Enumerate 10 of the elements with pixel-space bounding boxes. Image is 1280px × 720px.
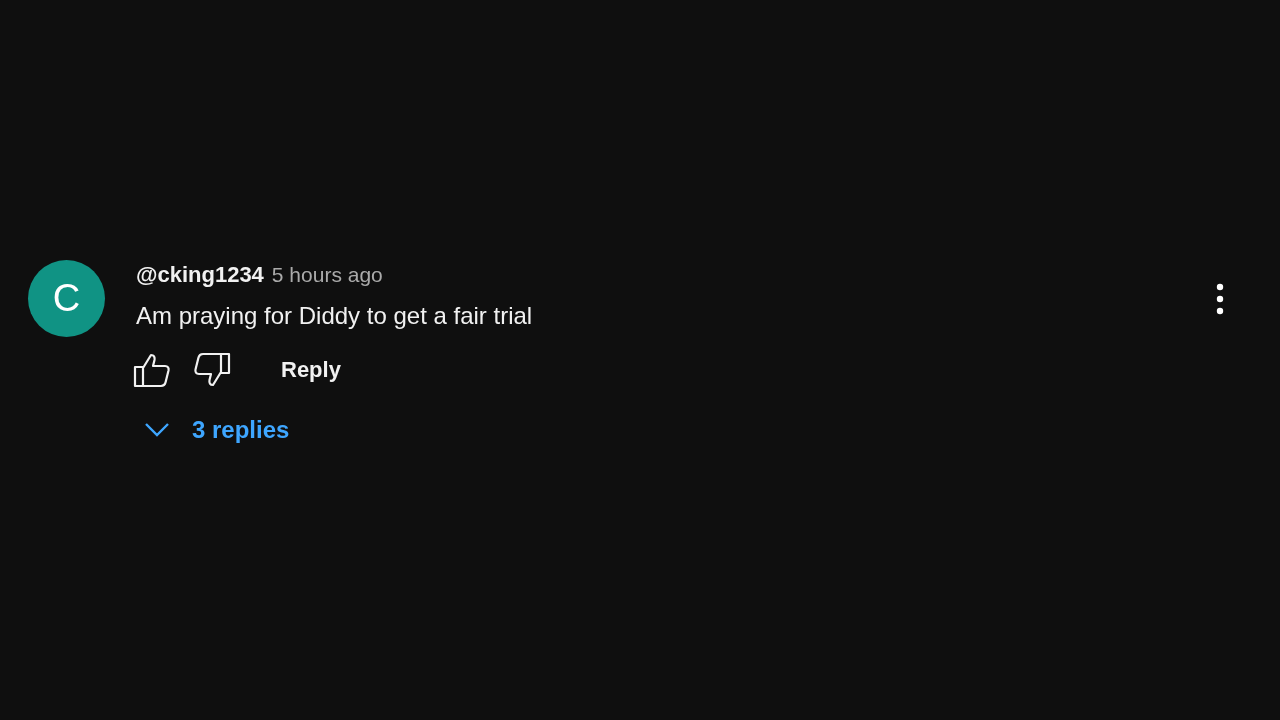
chevron-down-icon [144,422,170,438]
thumbs-down-icon[interactable] [193,352,231,388]
comment-text: Am praying for Diddy to get a fair trial [136,302,534,330]
thumbs-up-icon[interactable] [133,352,171,388]
avatar[interactable]: C [28,260,105,337]
author-name[interactable]: @cking1234 [136,262,264,288]
more-options-icon[interactable] [1216,283,1224,315]
reply-button[interactable]: Reply [273,353,349,387]
comment-time[interactable]: 5 hours ago [271,263,383,287]
replies-toggle[interactable]: 3 replies [144,412,290,448]
